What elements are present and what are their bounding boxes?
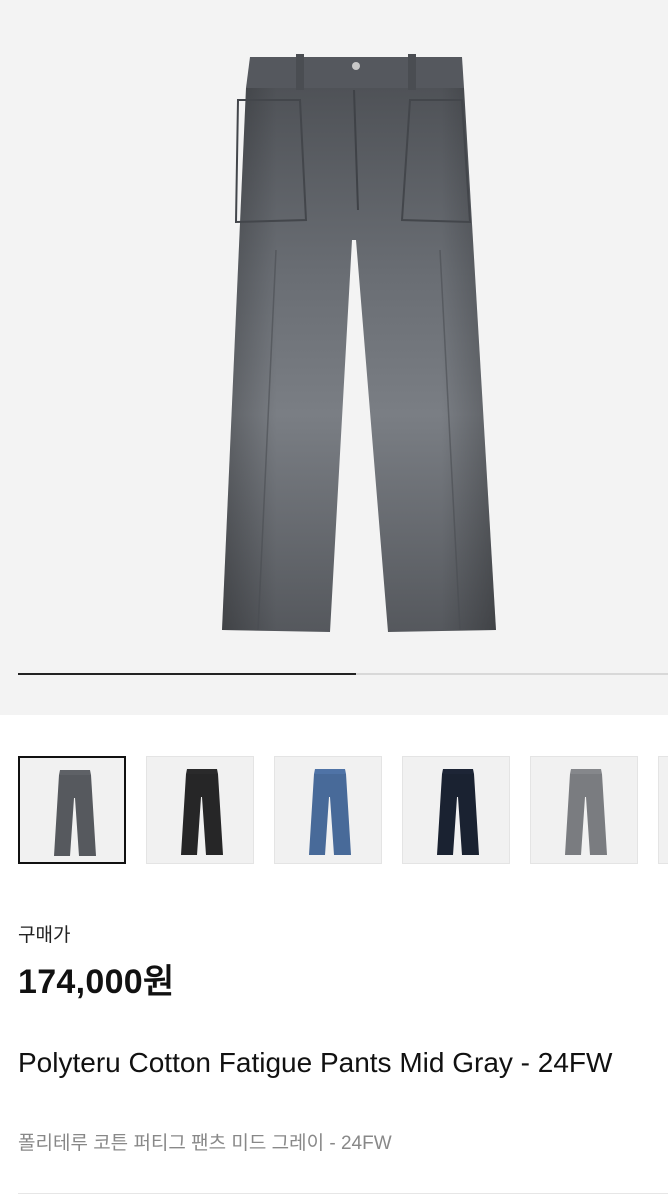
price-label: 구매가 (18, 925, 71, 946)
thumbnail-navy[interactable] (402, 756, 510, 864)
thumbnail-black[interactable] (146, 756, 254, 864)
thumbnail-light-gray[interactable] (530, 756, 638, 864)
thumbnail-pants-image (181, 769, 223, 855)
pants-image (222, 54, 496, 632)
thumbnail-pants-image (437, 769, 479, 855)
product-title: Polyteru Cotton Fatigue Pants Mid Gray -… (18, 1047, 613, 1078)
divider (18, 1193, 668, 1194)
thumbnail-mid-gray[interactable] (18, 756, 126, 864)
thumbnail-pants-image (565, 769, 607, 855)
thumbnail-more[interactable] (658, 756, 668, 864)
thumbnail-blue[interactable] (274, 756, 382, 864)
thumbnail-pants-image (54, 770, 96, 856)
price-value: 174,000원 (18, 963, 175, 1001)
product-subtitle-korean: 폴리테루 코튼 퍼티그 팬츠 미드 그레이 - 24FW (18, 1133, 392, 1154)
gallery-progress-bar (18, 673, 668, 675)
thumbnail-pants-image (309, 769, 351, 855)
product-image-gallery[interactable] (0, 0, 668, 715)
color-thumbnail-strip[interactable] (18, 756, 668, 868)
gallery-progress-fill (18, 673, 356, 675)
